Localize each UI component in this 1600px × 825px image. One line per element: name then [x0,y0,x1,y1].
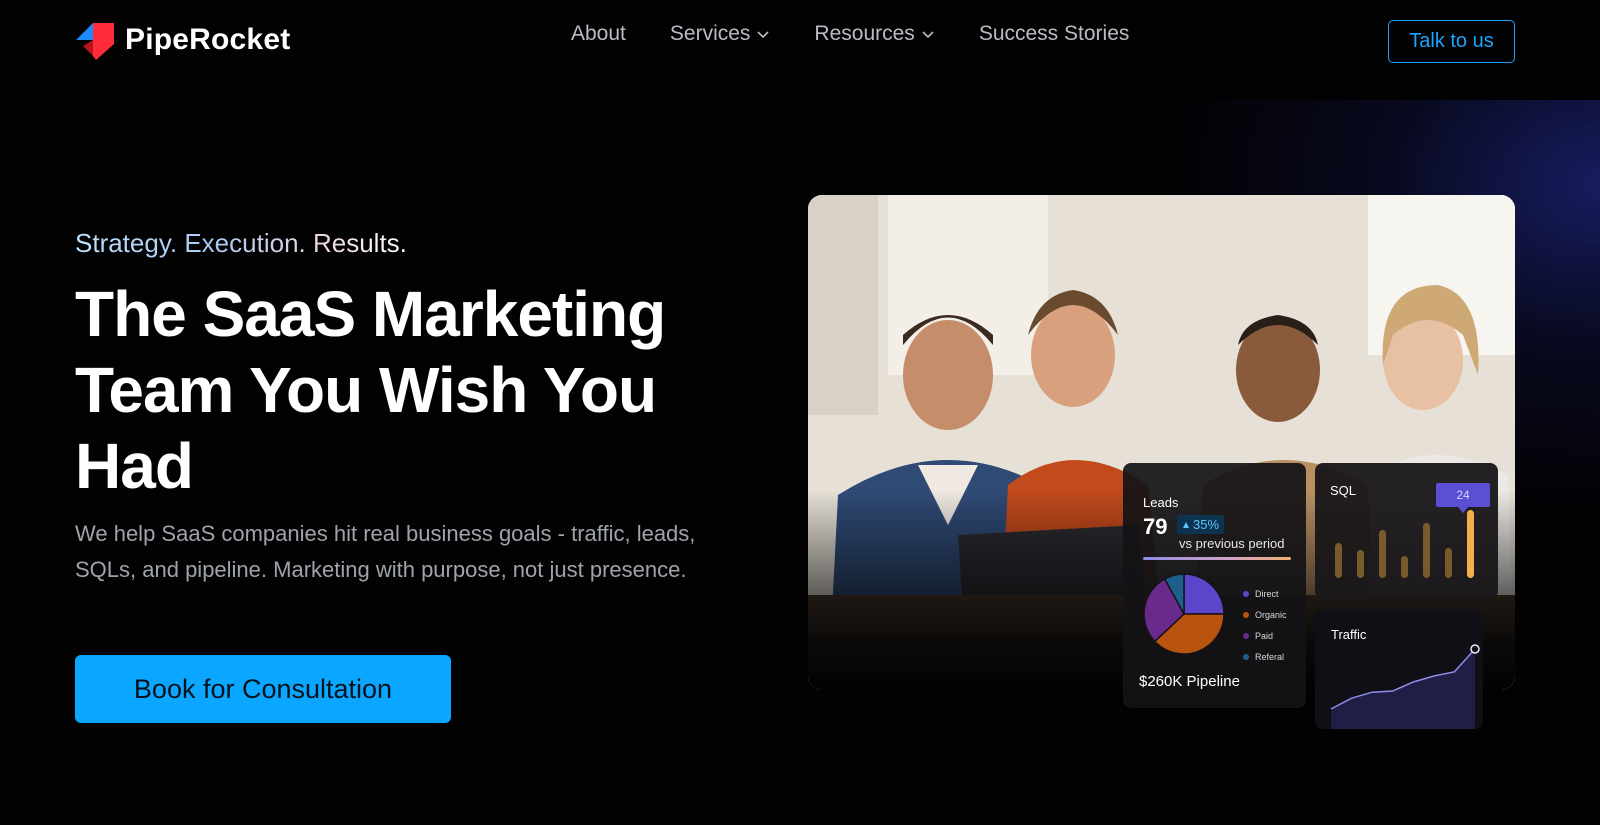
legend-dot [1243,653,1249,660]
nav-link-label: About [571,22,626,45]
headline-line: Team You Wish You [75,354,657,426]
sql-bar [1401,556,1408,578]
book-consultation-button[interactable]: Book for Consultation [75,655,451,723]
top-navbar: PipeRocket About Services Resources Succ… [0,0,1600,84]
legend-label: Organic [1255,609,1287,620]
legend-label: Direct [1255,588,1279,599]
sql-bar [1379,530,1386,578]
sql-bar [1423,523,1430,578]
sql-bar [1445,548,1452,578]
leads-value: 79 [1143,514,1168,539]
leads-card: Leads 79 35% vs previous period Direct O… [1123,463,1306,708]
chevron-down-icon [922,31,934,39]
leads-pie-chart [1143,573,1225,655]
nav-links: About Services Resources Success Stories [571,22,1129,46]
traffic-line-chart [1330,644,1480,729]
legend-item-organic: Organic [1243,604,1287,625]
headline-line: The SaaS Marketing [75,278,666,350]
traffic-endpoint [1470,644,1480,654]
legend-item-paid: Paid [1243,625,1287,646]
legend-dot [1243,590,1249,597]
legend-label: Paid [1255,630,1274,641]
hero-headline: The SaaS Marketing Team You Wish You Had [75,276,715,504]
traffic-card: Traffic [1315,609,1483,729]
legend-dot [1243,611,1249,618]
nav-link-label: Resources [814,22,915,45]
sql-bar-chart [1335,510,1474,578]
legend-item-direct: Direct [1243,583,1287,604]
pipeline-value: $260K Pipeline [1139,673,1240,690]
sql-bar [1335,543,1342,578]
sql-card: SQL 24 [1315,463,1498,599]
leads-legend: Direct Organic Paid Referal [1243,583,1287,667]
leads-change-value: 35% [1193,517,1220,532]
talk-to-us-button[interactable]: Talk to us [1388,20,1515,63]
nav-link-success-stories[interactable]: Success Stories [979,22,1130,46]
brand-name: PipeRocket [125,23,291,56]
leads-progress-bar [1143,557,1291,560]
chevron-down-icon [757,31,769,39]
nav-link-label: Services [669,22,751,45]
piperocket-logo-icon [75,20,115,60]
hero-subtext: We help SaaS companies hit real business… [75,521,696,582]
triangle-up-icon [1183,521,1189,528]
leads-comparison: vs previous period [1179,536,1285,551]
nav-link-about[interactable]: About [571,22,626,46]
traffic-area [1331,649,1475,729]
legend-item-referal: Referal [1243,646,1287,667]
sql-bar [1467,510,1474,578]
nav-link-resources[interactable]: Resources [814,22,934,46]
leads-title: Leads [1143,495,1179,510]
leads-change-badge: 35% [1177,515,1225,534]
pie-slice-direct [1183,573,1225,615]
headline-line: Had [75,430,194,502]
legend-label: Referal [1255,651,1285,662]
nav-link-services[interactable]: Services [670,22,771,46]
legend-dot [1243,632,1249,639]
nav-link-label: Success Stories [978,22,1130,45]
brand-logo[interactable]: PipeRocket [75,20,290,60]
hero-tagline: Strategy. Execution. Results. [75,228,407,258]
sql-bar [1357,550,1364,578]
